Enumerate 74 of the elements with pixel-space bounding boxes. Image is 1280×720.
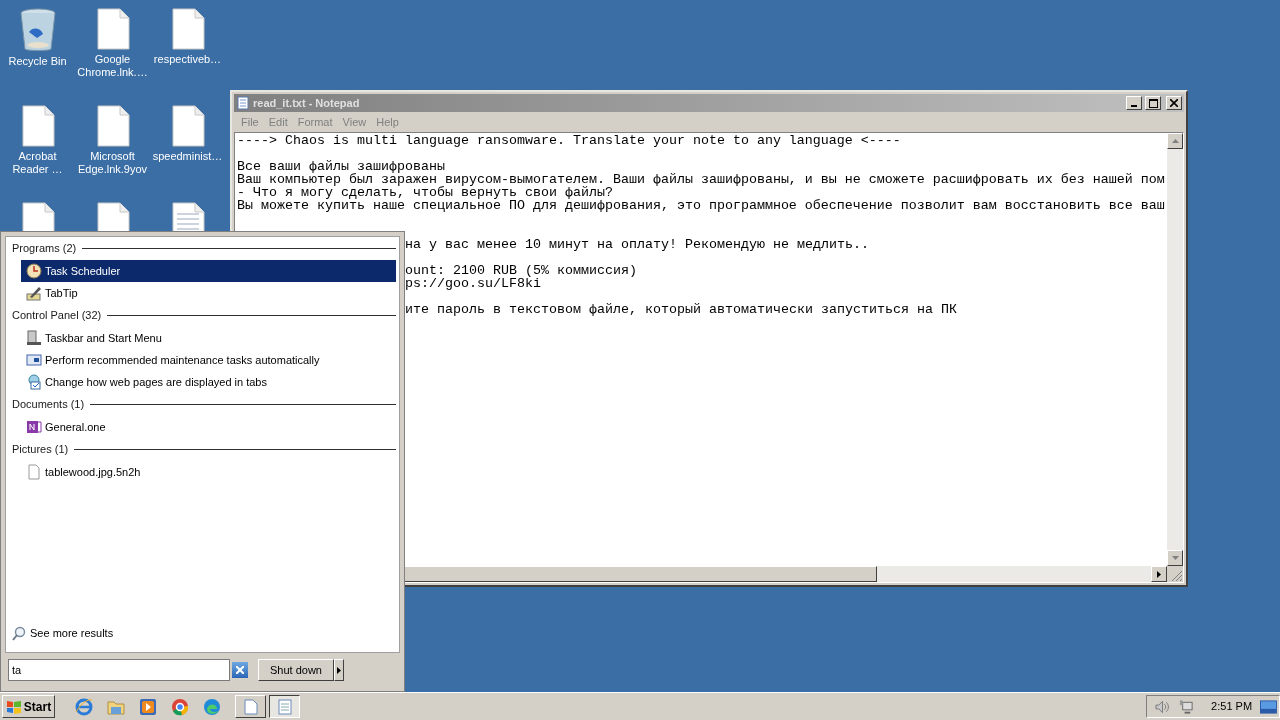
size-grip-icon[interactable] (1171, 570, 1183, 582)
text-line: ите пароль в текстовом файле, который автоматически запуститься на ПК (404, 303, 958, 316)
search-result-item[interactable]: tablewood.jpg.5n2h (21, 461, 396, 483)
document-icon (95, 8, 130, 50)
scroll-right-button[interactable] (1151, 566, 1167, 582)
show-desktop-icon[interactable] (1260, 699, 1277, 714)
desktop-icon-label[interactable]: speedminist… (150, 150, 225, 163)
desktop-icon-label[interactable]: Microsoft Edge.lnk.9yov (75, 150, 150, 176)
search-result-item[interactable]: Task Scheduler (21, 260, 396, 282)
windows-logo-icon (5, 698, 22, 715)
file-icon (26, 464, 42, 480)
recycle-bin-icon (18, 8, 57, 52)
text-line: ps://goo.su/LF8ki (404, 277, 541, 290)
scroll-up-button[interactable] (1167, 133, 1183, 149)
volume-icon[interactable] (1155, 699, 1171, 714)
start-button[interactable]: Start (2, 695, 55, 718)
window-title: read_it.txt - Notepad (253, 95, 361, 111)
pen-icon (26, 285, 42, 301)
desktop-icon-label[interactable]: Google Chrome.lnk.… (75, 53, 150, 79)
close-icon (1170, 99, 1178, 107)
taskbar-icon (26, 330, 42, 346)
document-icon (170, 8, 205, 50)
network-icon[interactable] (1178, 698, 1194, 715)
chrome-icon[interactable] (171, 697, 189, 716)
notebook-icon (26, 419, 42, 435)
search-result-item[interactable]: Taskbar and Start Menu (21, 327, 396, 349)
close-button[interactable] (1166, 96, 1182, 110)
section-heading: Programs (2) (12, 241, 77, 257)
document-icon (20, 105, 55, 147)
text-line: на у вас менее 10 минут на оплату! Рекомендую не медлить.. (404, 238, 870, 251)
document-icon (243, 698, 258, 715)
shut-down-button[interactable]: Shut down (258, 659, 334, 681)
notepad-icon (277, 698, 292, 715)
shut-down-options-button[interactable] (334, 659, 344, 681)
vertical-scrollbar[interactable] (1167, 133, 1183, 566)
section-heading: Documents (1) (12, 397, 85, 413)
search-result-item[interactable]: Perform recommended maintenance tasks automatically (21, 349, 396, 371)
text-line: ount: 2100 RUB (5% коммиссия) (404, 264, 638, 277)
document-icon (95, 105, 130, 147)
document-icon (170, 105, 205, 147)
scroll-down-button[interactable] (1167, 550, 1183, 566)
globe-check-icon (26, 374, 42, 390)
clock-icon (26, 263, 42, 279)
maximize-icon (1148, 98, 1158, 108)
maximize-button[interactable] (1145, 96, 1161, 110)
see-more-results-link[interactable]: See more results (30, 624, 114, 642)
clock[interactable]: 2:51 PM (1211, 698, 1253, 715)
taskbar-window-button[interactable] (269, 695, 300, 718)
text-line: ----> Chaos is multi language ransomware. Translate your note to any language <---- (237, 134, 902, 147)
down-arrow-icon (1171, 556, 1179, 560)
search-result-item[interactable]: Change how web pages are displayed in tabs (21, 371, 396, 393)
text-line: Ваш компьютер был заражен вирусом-вымогателем. Ваши файлы зашифрованы, и вы не сможете расшифровать их без нашей пом (237, 173, 1166, 186)
minimize-button[interactable] (1126, 96, 1142, 110)
search-field[interactable]: ta (8, 659, 230, 681)
section-heading: Pictures (1) (12, 442, 69, 458)
text-line: - Что я могу сделать, чтобы вернуть свои файлы? (237, 186, 614, 199)
close-icon (236, 666, 244, 674)
right-arrow-icon (337, 666, 341, 674)
desktop-icon-label[interactable]: respectiveb… (150, 53, 225, 66)
search-icon (12, 625, 26, 641)
text-line: Вы можете купить наше специальное ПО для дешифрования, это программное обеспечение позволит вам восстановить все ваш (237, 199, 1166, 212)
text-line: Все ваши файлы зашифрованы (237, 160, 446, 173)
browser-e-icon[interactable] (75, 697, 93, 716)
section-heading: Control Panel (32) (12, 308, 102, 324)
up-arrow-icon (1171, 139, 1179, 143)
notepad-icon (236, 96, 250, 110)
desktop-icon-label[interactable]: Acrobat Reader … (0, 150, 75, 176)
clear-search-button[interactable] (232, 662, 248, 678)
desktop-icon-label[interactable]: Recycle Bin (0, 55, 75, 68)
media-player-icon[interactable] (139, 697, 157, 716)
search-result-item[interactable]: General.one (21, 416, 396, 438)
screen-icon (26, 352, 42, 368)
search-result-item[interactable]: TabTip (21, 282, 396, 304)
right-arrow-icon (1157, 570, 1161, 578)
